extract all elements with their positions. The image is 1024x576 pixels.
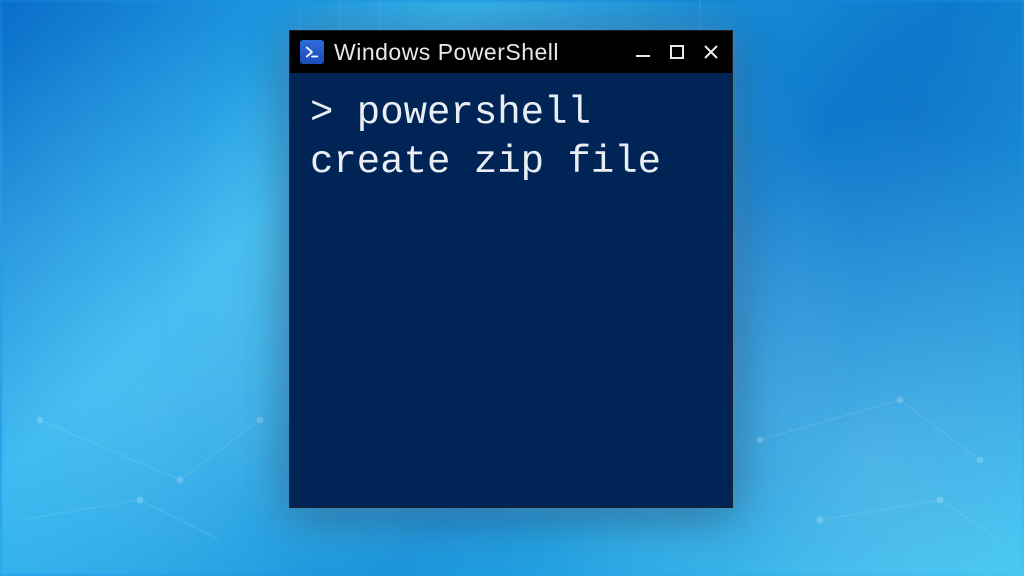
window-title: Windows PowerShell <box>334 39 622 66</box>
close-button[interactable] <box>700 41 722 63</box>
titlebar[interactable]: Windows PowerShell <box>290 31 732 73</box>
minimize-button[interactable] <box>632 41 654 63</box>
window-controls <box>632 41 722 63</box>
powershell-window: Windows PowerShell > powershell create z… <box>289 30 733 508</box>
maximize-button[interactable] <box>666 41 688 63</box>
terminal-line: > powershell create zip file <box>310 91 661 184</box>
powershell-icon <box>300 40 324 64</box>
terminal-body[interactable]: > powershell create zip file <box>290 73 732 507</box>
